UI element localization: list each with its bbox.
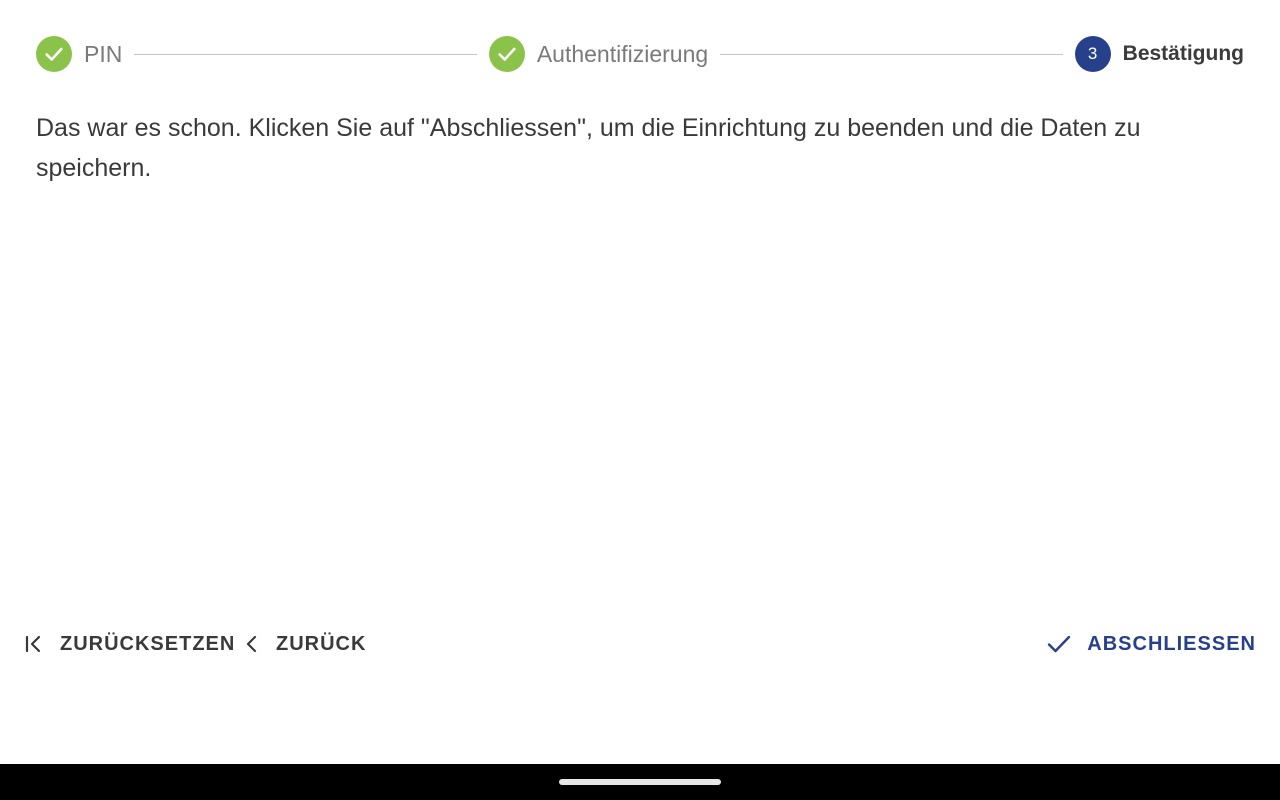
check-icon: [498, 47, 516, 61]
finish-button-label: ABSCHLIESSEN: [1087, 632, 1256, 655]
step-pin: PIN: [36, 36, 122, 72]
step-confirmation-label: Bestätigung: [1122, 42, 1244, 65]
back-button-label: ZURÜCK: [276, 632, 367, 655]
finish-button[interactable]: ABSCHLIESSEN: [1047, 624, 1256, 664]
step-authentication-label: Authentifizierung: [536, 40, 709, 67]
stepper: PIN Authentifizierung 3 Bestätigung: [36, 36, 1244, 72]
completion-message: Das war es schon. Klicken Sie auf "Absch…: [36, 114, 1141, 182]
back-button[interactable]: ZURÜCK: [244, 624, 366, 664]
reset-button[interactable]: ZURÜCKSETZEN: [24, 624, 235, 664]
action-bar: ZURÜCKSETZEN ZURÜCK ABSCHLIESSEN: [0, 624, 1280, 664]
step-confirmation-number-badge: 3: [1074, 36, 1111, 72]
reset-button-label: ZURÜCKSETZEN: [60, 632, 236, 655]
check-icon: [1047, 634, 1071, 654]
chevron-left-icon: [244, 634, 260, 654]
home-indicator[interactable]: [559, 779, 721, 785]
step-connector: [134, 53, 477, 55]
system-navigation-bar: [0, 764, 1280, 800]
check-icon: [45, 47, 63, 61]
skip-to-start-icon: [24, 634, 44, 654]
step-authentication: Authentifizierung: [488, 36, 709, 72]
step-authentication-done-badge: [488, 36, 525, 72]
step-pin-label: PIN: [84, 40, 123, 67]
step-confirmation: 3 Bestätigung: [1074, 36, 1244, 72]
step-pin-done-badge: [36, 36, 72, 72]
setup-wizard: PIN Authentifizierung 3 Bestätigung Das …: [0, 0, 1280, 764]
step-connector: [720, 53, 1063, 55]
